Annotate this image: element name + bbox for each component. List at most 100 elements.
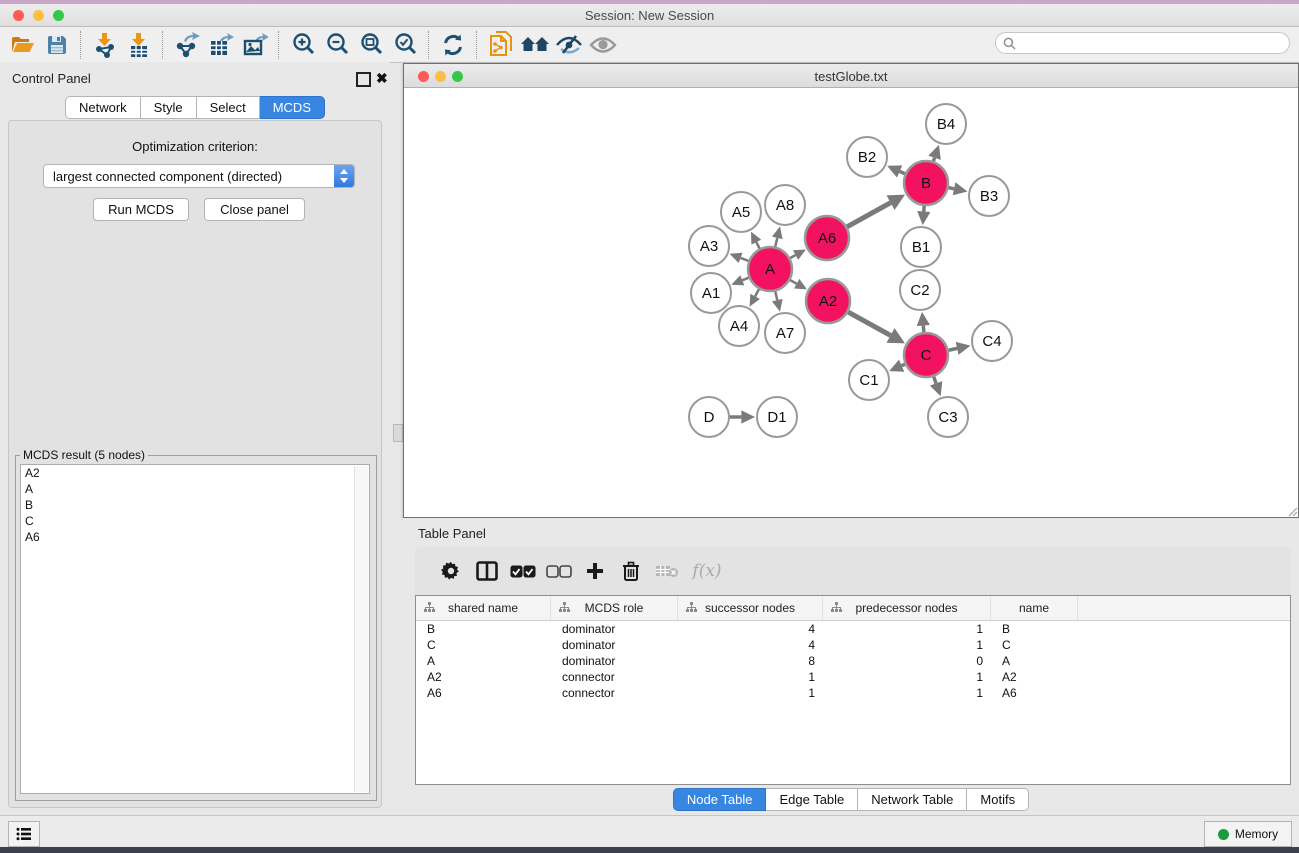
table-cell[interactable]: connector (551, 686, 678, 700)
network-window-titlebar[interactable]: testGlobe.txt (404, 64, 1298, 88)
table-cell[interactable]: dominator (551, 638, 678, 652)
result-list-scrollbar[interactable] (354, 466, 368, 792)
mcds-result-list[interactable]: A2ABCA6 (20, 464, 370, 794)
table-cell[interactable]: 4 (678, 638, 823, 652)
table-cell[interactable]: A2 (416, 670, 551, 684)
result-list-item[interactable]: C (21, 513, 369, 529)
tab-network[interactable]: Network (65, 96, 141, 119)
memory-button[interactable]: Memory (1204, 821, 1292, 847)
tab-network-table[interactable]: Network Table (858, 788, 967, 811)
export-image-icon[interactable] (238, 30, 272, 60)
float-panel-icon[interactable] (356, 72, 371, 87)
tab-node-table[interactable]: Node Table (673, 788, 767, 811)
zoom-in-icon[interactable] (286, 30, 320, 60)
table-row[interactable]: Adominator80A (416, 653, 1290, 669)
network-canvas[interactable]: B4B2BB3A8A5A6B1A3AA1C2A2A4A7C4CC1C3DD1 (405, 88, 1297, 516)
table-row[interactable]: Bdominator41B (416, 621, 1290, 637)
home-icon[interactable] (518, 30, 552, 60)
zoom-selected-icon[interactable] (388, 30, 422, 60)
table-cell[interactable]: dominator (551, 654, 678, 668)
edge-B-B2[interactable] (900, 171, 905, 173)
deselect-all-icon[interactable] (541, 556, 577, 586)
table-cell[interactable]: A6 (991, 686, 1078, 700)
tab-edge-table[interactable]: Edge Table (766, 788, 858, 811)
import-network-icon[interactable] (88, 30, 122, 60)
result-list-item[interactable]: A6 (21, 529, 369, 545)
result-list-item[interactable]: A2 (21, 465, 369, 481)
node-table[interactable]: shared nameMCDS rolesuccessor nodesprede… (415, 595, 1291, 785)
edge-A-A7[interactable] (775, 291, 777, 300)
tab-mcds[interactable]: MCDS (260, 96, 325, 119)
edge-C-C3[interactable] (934, 377, 936, 384)
resize-grip-icon[interactable] (1284, 503, 1298, 517)
edge-C-C4[interactable] (948, 348, 957, 350)
table-cell[interactable]: 8 (678, 654, 823, 668)
tab-style[interactable]: Style (141, 96, 197, 119)
gear-icon[interactable] (433, 556, 469, 586)
table-cell[interactable]: B (991, 622, 1078, 636)
network-document-icon[interactable] (484, 30, 518, 60)
tab-motifs[interactable]: Motifs (967, 788, 1029, 811)
delete-table-icon[interactable] (649, 556, 685, 586)
table-cell[interactable]: 1 (823, 686, 991, 700)
column-header-MCDS-role[interactable]: MCDS role (551, 596, 678, 620)
edge-A-A1[interactable] (742, 278, 748, 281)
table-cell[interactable]: A (991, 654, 1078, 668)
open-session-icon[interactable] (6, 30, 40, 60)
table-cell[interactable]: 1 (823, 638, 991, 652)
table-cell[interactable]: 1 (678, 670, 823, 684)
table-cell[interactable]: C (416, 638, 551, 652)
table-row[interactable]: A2connector11A2 (416, 669, 1290, 685)
result-list-item[interactable]: A (21, 481, 369, 497)
zoom-out-icon[interactable] (320, 30, 354, 60)
task-history-button[interactable] (8, 821, 40, 847)
table-cell[interactable]: dominator (551, 622, 678, 636)
edge-B-B3[interactable] (949, 188, 955, 189)
run-mcds-button[interactable]: Run MCDS (93, 198, 189, 221)
function-builder-icon[interactable]: f(x) (685, 556, 729, 586)
edge-C-C1[interactable] (902, 364, 905, 365)
table-header-row[interactable]: shared nameMCDS rolesuccessor nodesprede… (416, 596, 1290, 621)
table-cell[interactable]: 1 (823, 670, 991, 684)
edge-A-A3[interactable] (741, 258, 749, 261)
edge-C-C2[interactable] (923, 325, 924, 332)
column-header-successor-nodes[interactable]: successor nodes (678, 596, 823, 620)
table-cell[interactable]: C (991, 638, 1078, 652)
select-all-icon[interactable] (505, 556, 541, 586)
edge-A-A8[interactable] (775, 238, 777, 247)
table-cell[interactable]: 0 (823, 654, 991, 668)
edge-A-A6[interactable] (790, 255, 795, 258)
add-column-icon[interactable] (577, 556, 613, 586)
save-session-icon[interactable] (40, 30, 74, 60)
table-cell[interactable]: A6 (416, 686, 551, 700)
edge-A6-B[interactable] (847, 203, 890, 227)
search-input[interactable] (995, 32, 1290, 54)
result-list-item[interactable]: B (21, 497, 369, 513)
delete-column-icon[interactable] (613, 556, 649, 586)
table-cell[interactable]: 1 (678, 686, 823, 700)
show-eye-icon[interactable] (586, 30, 620, 60)
split-view-icon[interactable] (469, 556, 505, 586)
export-table-icon[interactable] (204, 30, 238, 60)
network-graph[interactable]: B4B2BB3A8A5A6B1A3AA1C2A2A4A7C4CC1C3DD1 (405, 88, 1297, 516)
export-network-icon[interactable] (170, 30, 204, 60)
table-cell[interactable]: 1 (823, 622, 991, 636)
column-header-predecessor-nodes[interactable]: predecessor nodes (823, 596, 991, 620)
close-panel-icon[interactable]: ✖ (376, 73, 388, 84)
tab-select[interactable]: Select (197, 96, 260, 119)
table-cell[interactable]: connector (551, 670, 678, 684)
refresh-icon[interactable] (436, 30, 470, 60)
column-header-name[interactable]: name (991, 596, 1078, 620)
close-panel-button[interactable]: Close panel (204, 198, 305, 221)
edge-A-A2[interactable] (790, 280, 797, 284)
vertical-splitter-handle[interactable] (393, 424, 403, 442)
table-row[interactable]: A6connector11A6 (416, 685, 1290, 701)
table-cell[interactable]: 4 (678, 622, 823, 636)
table-cell[interactable]: A2 (991, 670, 1078, 684)
table-cell[interactable]: B (416, 622, 551, 636)
import-table-icon[interactable] (122, 30, 156, 60)
hide-panels-icon[interactable] (552, 30, 586, 60)
zoom-fit-icon[interactable] (354, 30, 388, 60)
table-row[interactable]: Cdominator41C (416, 637, 1290, 653)
criterion-dropdown[interactable]: largest connected component (directed) (43, 164, 355, 188)
